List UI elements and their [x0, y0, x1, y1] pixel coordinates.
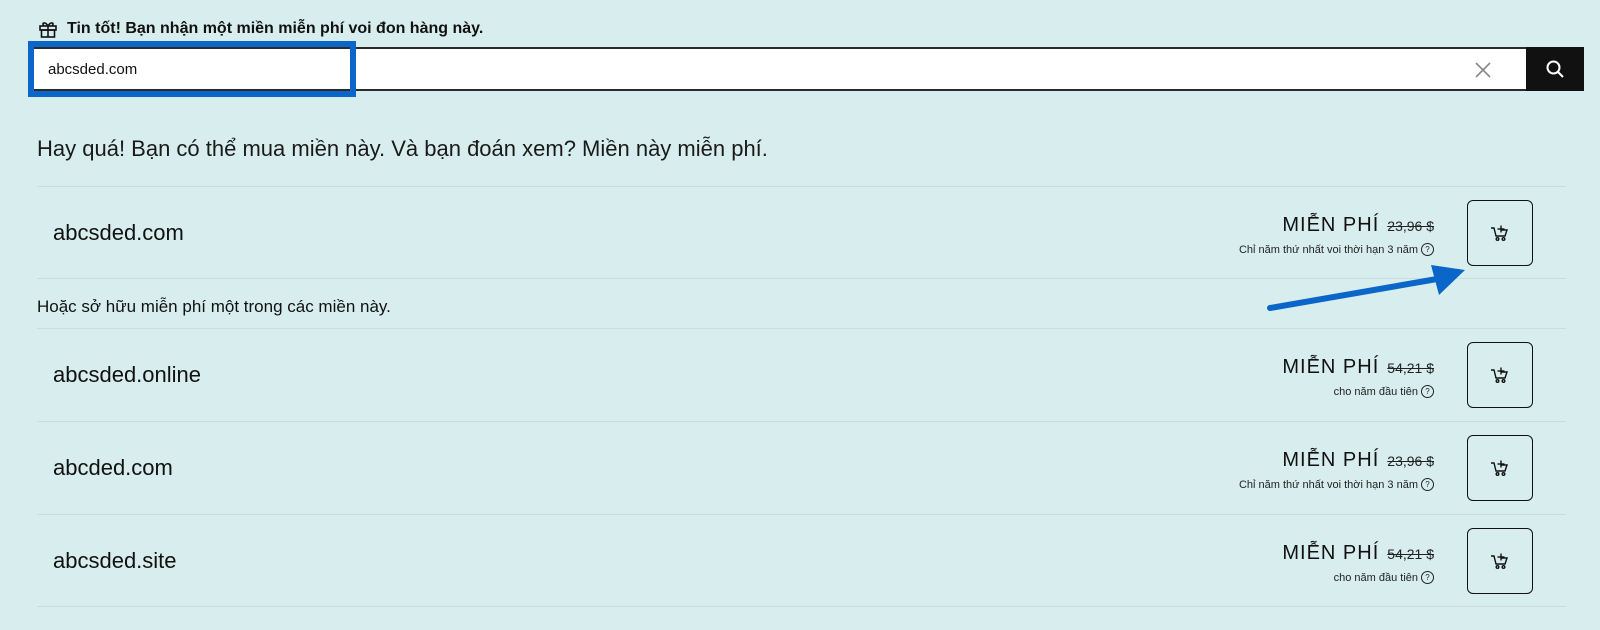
add-to-cart-button[interactable]: [1467, 435, 1533, 501]
price-free-label: MIỄN PHÍ: [1282, 449, 1380, 471]
domain-name: abcsded.site: [53, 548, 177, 573]
search-icon: [1546, 60, 1564, 78]
divider: [37, 421, 1566, 422]
promo-text: Tin tốt! Bạn nhận một miền miễn phí voi …: [67, 20, 484, 37]
add-to-cart-button[interactable]: [1467, 528, 1533, 594]
price-block: MIỄN PHÍ 23,96 $ Chỉ năm thứ nhất voi th…: [1239, 449, 1434, 491]
divider: [37, 328, 1566, 329]
info-icon[interactable]: ?: [1421, 571, 1434, 584]
original-price: 23,96 $: [1387, 453, 1434, 469]
domain-search-input[interactable]: [38, 52, 1478, 86]
alternative-domain-row: abcsded.site MIỄN PHÍ 54,21 $ cho năm đầ…: [37, 516, 1566, 606]
domain-name: abcsded.online: [53, 362, 202, 387]
add-to-cart-icon: [1491, 367, 1508, 383]
divider: [37, 278, 1566, 279]
gift-icon: [38, 19, 58, 39]
alternative-domain-row: abcsded.online MIỄN PHÍ 54,21 $ cho năm …: [37, 330, 1566, 420]
price-block: MIỄN PHÍ 23,96 $ Chỉ năm thứ nhất voi th…: [1239, 214, 1434, 256]
alternatives-heading: Hoặc sở hữu miễn phí một trong các miền …: [37, 297, 391, 316]
price-free-label: MIỄN PHÍ: [1282, 542, 1380, 564]
alternative-domain-row: abcded.com MIỄN PHÍ 23,96 $ Chỉ năm thứ …: [37, 423, 1566, 513]
price-free-label: MIỄN PHÍ: [1282, 356, 1380, 378]
domain-name: abcsded.com: [53, 220, 184, 245]
add-to-cart-icon: [1491, 553, 1508, 569]
original-price: 23,96 $: [1387, 218, 1434, 234]
price-block: MIỄN PHÍ 54,21 $ cho năm đầu tiên ?: [1282, 356, 1434, 398]
info-icon[interactable]: ?: [1421, 385, 1434, 398]
promo-banner: Tin tốt! Bạn nhận một miền miễn phí voi …: [38, 18, 483, 40]
add-to-cart-button[interactable]: [1467, 200, 1533, 266]
price-note: cho năm đầu tiên: [1333, 571, 1418, 584]
close-icon: [1475, 62, 1491, 78]
price-note: Chỉ năm thứ nhất voi thời hạn 3 năm: [1238, 243, 1418, 256]
original-price: 54,21 $: [1387, 360, 1434, 376]
add-to-cart-icon: [1491, 460, 1508, 476]
divider: [37, 606, 1566, 607]
availability-headline: Hay quá! Bạn có thể mua miền này. Và bạn…: [37, 136, 768, 161]
info-icon[interactable]: ?: [1421, 243, 1434, 256]
divider: [37, 514, 1566, 515]
add-to-cart-icon: [1491, 225, 1508, 241]
price-free-label: MIỄN PHÍ: [1282, 214, 1380, 236]
divider: [37, 186, 1566, 187]
search-button[interactable]: [1526, 47, 1584, 91]
price-note: Chỉ năm thứ nhất voi thời hạn 3 năm: [1238, 478, 1418, 491]
domain-search-bar: [28, 47, 1584, 91]
featured-domain-row: abcsded.com MIỄN PHÍ 23,96 $ Chỉ năm thứ…: [37, 188, 1566, 278]
price-block: MIỄN PHÍ 54,21 $ cho năm đầu tiên ?: [1282, 542, 1434, 584]
domain-name: abcded.com: [53, 455, 173, 480]
price-note: cho năm đầu tiên: [1333, 385, 1418, 398]
add-to-cart-button[interactable]: [1467, 342, 1533, 408]
original-price: 54,21 $: [1387, 546, 1434, 562]
clear-search-button[interactable]: [1470, 57, 1496, 83]
info-icon[interactable]: ?: [1421, 478, 1434, 491]
